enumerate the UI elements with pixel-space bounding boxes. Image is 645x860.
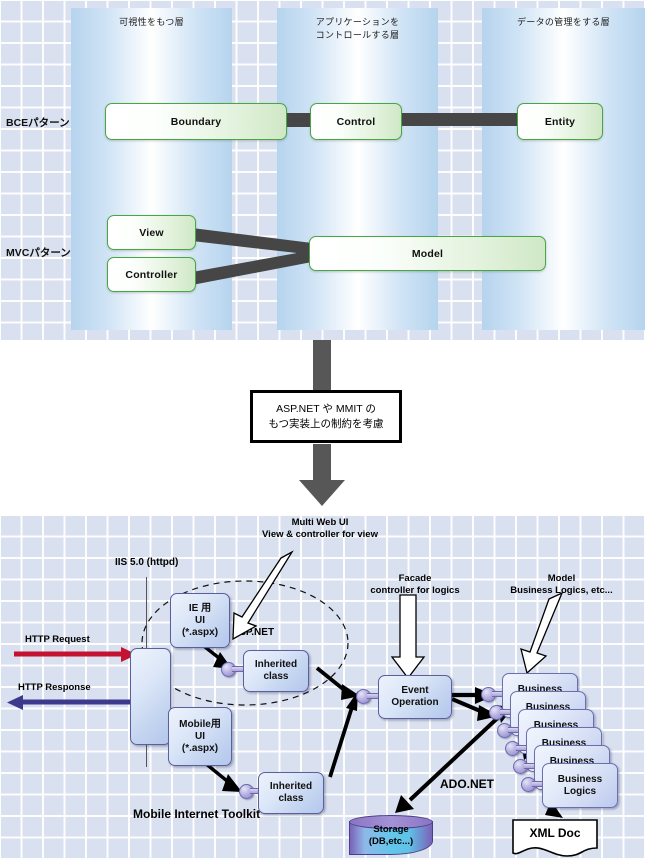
bottom-architecture-panel: Multi Web UI View & controller for view … bbox=[0, 515, 645, 860]
constraint-note-box: ASP.NET や MMIT の もつ実装上の制約を考慮 bbox=[250, 390, 402, 443]
http-response-arrow bbox=[7, 695, 130, 710]
top-diagram-panel: 可視性をもつ層 アプリケーションを コントロールする層 データの管理をする層 B… bbox=[0, 0, 645, 340]
diagram-page: 可視性をもつ層 アプリケーションを コントロールする層 データの管理をする層 B… bbox=[0, 0, 645, 860]
mvc-box-model[interactable]: Model bbox=[309, 236, 546, 271]
block-arrow-multi-web-ui bbox=[232, 550, 294, 641]
business-logics-label-6: Business Logics bbox=[557, 773, 603, 797]
mvc-box-model-label: Model bbox=[411, 247, 444, 260]
mvc-box-controller-label: Controller bbox=[125, 268, 178, 281]
ui-box-ie[interactable]: IE 用 UI (*.aspx) bbox=[170, 593, 230, 648]
mvc-box-view-label: View bbox=[139, 226, 164, 239]
ui-box-mobile-label: Mobile用 UI (*.aspx) bbox=[179, 718, 221, 754]
storage-cylinder[interactable]: Storage (DB,etc...) bbox=[349, 815, 433, 855]
transition-arrow-stem-lower bbox=[313, 444, 331, 484]
event-operation-label: Event Operation bbox=[391, 685, 439, 708]
mvc-box-view[interactable]: View bbox=[107, 215, 196, 250]
mvc-box-controller[interactable]: Controller bbox=[107, 257, 196, 292]
http-response-label: HTTP Response bbox=[18, 682, 91, 693]
arrow-adonet-storage bbox=[395, 705, 513, 813]
block-arrow-model bbox=[520, 591, 564, 675]
xml-doc-label: XML Doc bbox=[529, 826, 581, 840]
transition-panel: ASP.NET や MMIT の もつ実装上の制約を考慮 bbox=[0, 340, 645, 515]
transition-arrow-head bbox=[299, 480, 345, 506]
arrow-inherited1-to-event bbox=[315, 666, 360, 700]
arrow-mobile-to-inherited bbox=[203, 761, 242, 792]
arrow-inherited2-to-event bbox=[328, 691, 358, 778]
inherited-class-box-1[interactable]: Inherited class bbox=[243, 650, 309, 692]
inherited-class-label-2: Inherited class bbox=[269, 781, 313, 804]
constraint-note-line-2: もつ実装上の制約を考慮 bbox=[268, 417, 384, 430]
transition-arrow-stem-upper bbox=[313, 340, 331, 395]
mvc-connector-group bbox=[192, 228, 318, 285]
storage-label: Storage (DB,etc...) bbox=[368, 824, 414, 847]
ui-box-ie-label: IE 用 UI (*.aspx) bbox=[181, 602, 219, 638]
event-operation-box[interactable]: Event Operation bbox=[378, 675, 452, 719]
iis-box[interactable] bbox=[130, 648, 171, 745]
business-logics-box-6[interactable]: Business Logics bbox=[542, 763, 618, 808]
inherited-class-box-2[interactable]: Inherited class bbox=[258, 772, 324, 814]
http-request-label: HTTP Request bbox=[25, 634, 90, 645]
block-arrow-facade bbox=[390, 594, 426, 680]
constraint-note-line-1: ASP.NET や MMIT の bbox=[276, 402, 376, 415]
http-request-arrow bbox=[14, 647, 137, 662]
xml-doc-shape[interactable]: XML Doc bbox=[512, 818, 598, 858]
inherited-class-label-1: Inherited class bbox=[254, 659, 298, 682]
ui-box-mobile[interactable]: Mobile用 UI (*.aspx) bbox=[168, 707, 232, 766]
